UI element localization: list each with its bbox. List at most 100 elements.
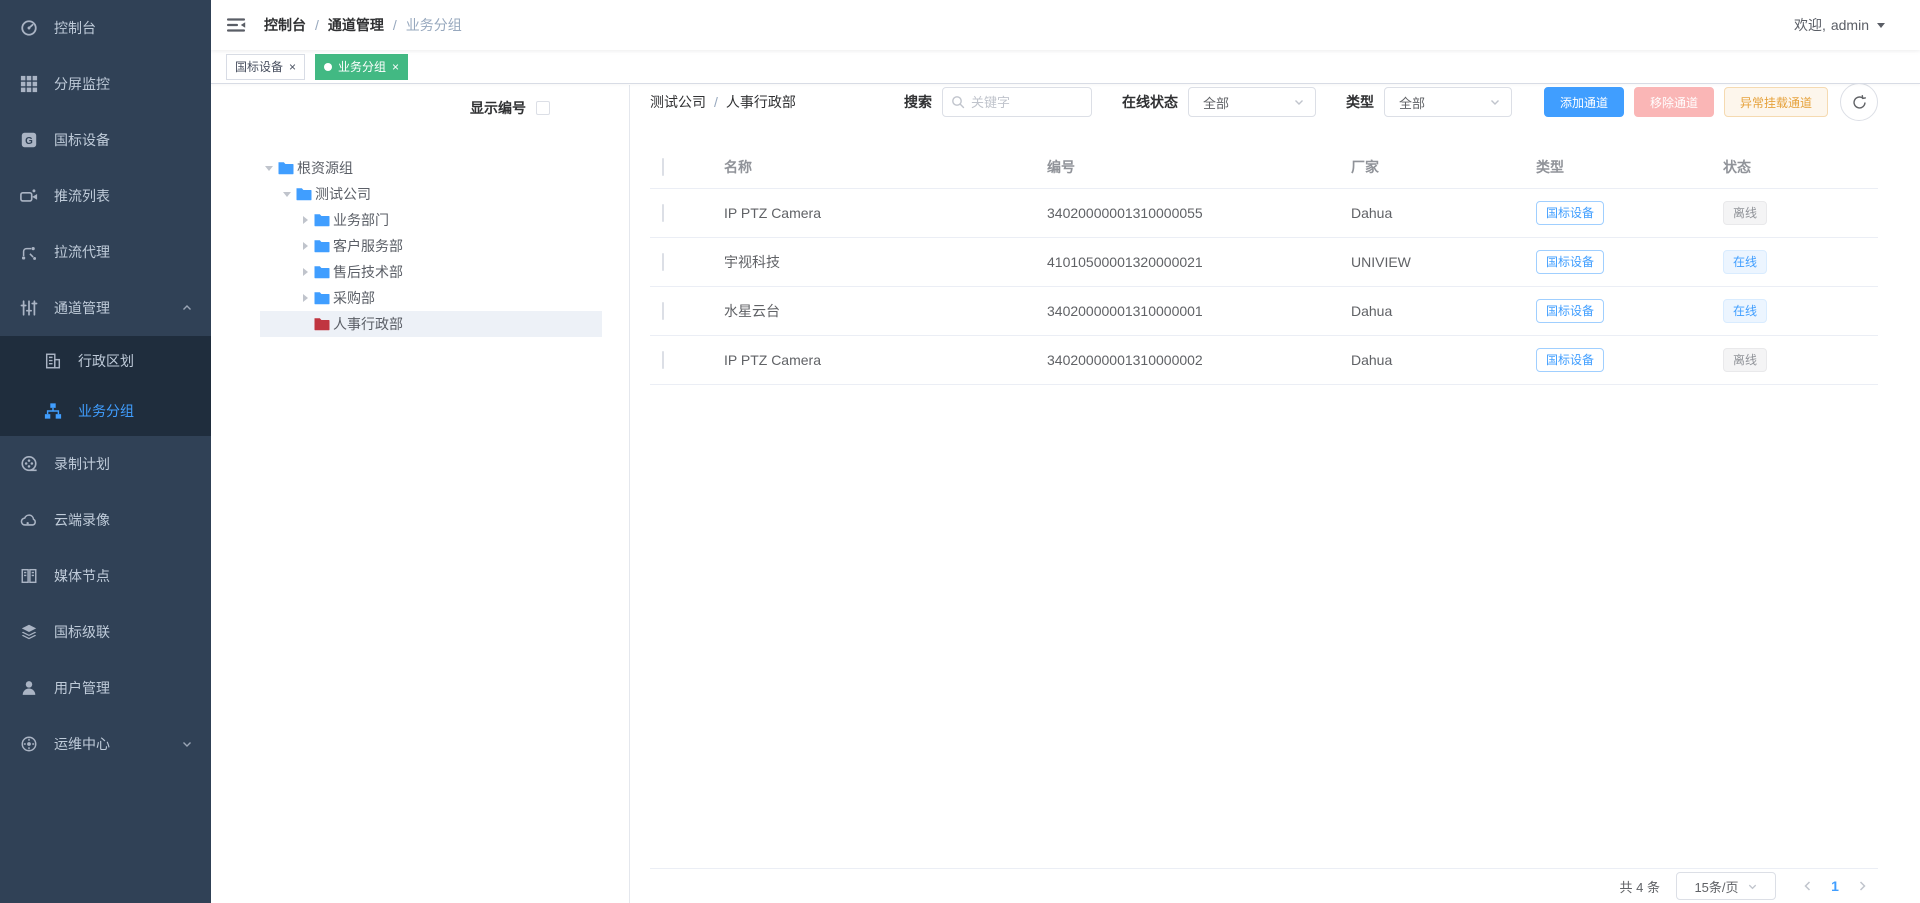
caret-right-icon[interactable] [296,242,314,250]
cloud-record-icon [20,511,38,529]
type-tag: 国标设备 [1536,348,1604,372]
breadcrumb-item[interactable]: 控制台 [264,15,306,35]
tree-node-label: 根资源组 [297,158,353,178]
tree-node[interactable]: 售后技术部 [260,259,602,285]
page-size-select[interactable]: 15条/页 [1676,872,1776,900]
search-input[interactable] [971,95,1083,110]
row-checkbox[interactable] [662,351,664,369]
search-icon [951,95,965,109]
refresh-button[interactable] [1840,83,1878,121]
sidebar-item-cloud-record[interactable]: 云端录像 [0,492,211,548]
type-select[interactable]: 全部 [1384,87,1512,117]
search-input-box [942,87,1092,117]
caret-down-icon [1877,23,1885,32]
breadcrumb: 控制台 / 通道管理 / 业务分组 [264,15,462,35]
sidebar-item-label: 国标设备 [54,130,110,150]
caret-right-icon[interactable] [296,216,314,224]
sidebar-item-ops-center[interactable]: 运维中心 [0,716,211,772]
tree-node[interactable]: 测试公司 [260,181,602,207]
tab-business-group[interactable]: 业务分组 [315,54,408,80]
pull-stream-icon [20,243,38,261]
tree-node[interactable]: 客户服务部 [260,233,602,259]
sidebar-item-split-screen[interactable]: 分屏监控 [0,56,211,112]
tree-node[interactable]: 根资源组 [260,155,602,181]
caret-down-icon[interactable] [260,161,278,175]
sidebar-item-push-stream[interactable]: 推流列表 [0,168,211,224]
channel-code: 34020000001310000001 [1047,286,1351,335]
online-status-select[interactable]: 全部 [1188,87,1316,117]
select-all-checkbox[interactable] [662,158,664,176]
next-page-button[interactable] [1846,880,1878,892]
table-row[interactable]: 宇视科技 41010500001320000021 UNIVIEW 国标设备 在… [650,237,1878,286]
sidebar: 控制台 分屏监控 G 国标设备 推流列表 拉流代理 通道管理 [0,0,211,903]
channel-code: 41010500001320000021 [1047,237,1351,286]
sidebar-item-console[interactable]: 控制台 [0,0,211,56]
sidebar-item-label: 用户管理 [54,678,110,698]
breadcrumb-item[interactable]: 通道管理 [328,15,384,35]
online-status-value: 全部 [1203,93,1229,112]
channel-code: 34020000001310000055 [1047,188,1351,237]
user-dropdown[interactable]: 欢迎, admin [1794,15,1885,35]
pagination-bar: 共 4 条 15条/页 1 [650,868,1878,903]
sidebar-item-label: 分屏监控 [54,74,110,94]
page-number-current[interactable]: 1 [1824,878,1846,894]
sidebar-item-label: 行政区划 [78,351,134,371]
sidebar-item-business-group[interactable]: 业务分组 [0,386,211,436]
chevron-down-icon [1489,96,1501,108]
tree-node[interactable]: 业务部门 [260,207,602,233]
hamburger-icon[interactable] [226,15,246,35]
chevron-right-icon [1856,880,1868,892]
prev-page-button[interactable] [1792,880,1824,892]
tree-node-label: 测试公司 [315,184,371,204]
push-stream-icon [20,187,38,205]
close-icon[interactable] [289,61,296,73]
column-header-name: 名称 [724,146,1047,188]
sidebar-item-media-node[interactable]: 媒体节点 [0,548,211,604]
table-row[interactable]: IP PTZ Camera 34020000001310000055 Dahua… [650,188,1878,237]
business-group-icon [44,402,62,420]
show-code-checkbox[interactable] [536,101,550,115]
admin-division-icon [44,352,62,370]
folder-icon [314,213,330,227]
folder-icon [314,265,330,279]
tree-node-label: 采购部 [333,288,375,308]
group-breadcrumb-item: 测试公司 [650,92,706,112]
status-badge: 离线 [1723,348,1767,372]
row-checkbox[interactable] [662,302,664,320]
chevron-down-icon [1747,881,1758,892]
sidebar-item-channel-manage[interactable]: 通道管理 [0,280,211,336]
tree-node[interactable]: 采购部 [260,285,602,311]
close-icon[interactable] [392,61,399,73]
folder-icon [314,317,330,331]
caret-right-icon[interactable] [296,294,314,302]
column-header-code: 编号 [1047,146,1351,188]
remove-channel-button[interactable]: 移除通道 [1634,87,1714,117]
table-row[interactable]: IP PTZ Camera 34020000001310000002 Dahua… [650,335,1878,384]
abnormal-mount-button[interactable]: 异常挂载通道 [1724,87,1828,117]
caret-down-icon[interactable] [278,187,296,201]
sidebar-item-record-plan[interactable]: 录制计划 [0,436,211,492]
sidebar-item-user-manage[interactable]: 用户管理 [0,660,211,716]
sidebar-item-pull-stream[interactable]: 拉流代理 [0,224,211,280]
sidebar-item-gb-cascade[interactable]: 国标级联 [0,604,211,660]
tab-gb-device[interactable]: 国标设备 [226,54,305,80]
ops-center-icon [20,735,38,753]
tree-node-selected[interactable]: 人事行政部 [260,311,602,337]
sidebar-item-admin-division[interactable]: 行政区划 [0,336,211,386]
caret-right-icon[interactable] [296,268,314,276]
channel-vendor: Dahua [1351,188,1536,237]
tab-label: 国标设备 [235,58,283,75]
toolbar: 测试公司 / 人事行政部 搜索 在线状态 全部 类型 [650,85,1878,119]
sidebar-item-gb-device[interactable]: G 国标设备 [0,112,211,168]
group-tree-panel: 显示编号 根资源组 测试公司 业务部门 客户服务部 [211,85,630,903]
table-row[interactable]: 水星云台 34020000001310000001 Dahua 国标设备 在线 [650,286,1878,335]
refresh-icon [1852,95,1867,110]
add-channel-button[interactable]: 添加通道 [1544,87,1624,117]
type-tag: 国标设备 [1536,299,1604,323]
channel-manage-icon [20,299,38,317]
row-checkbox[interactable] [662,204,664,222]
tags-view-bar: 国标设备 业务分组 [211,50,1920,84]
row-checkbox[interactable] [662,253,664,271]
show-code-row: 显示编号 [211,98,629,118]
top-navbar: 控制台 / 通道管理 / 业务分组 欢迎, admin [211,0,1920,50]
